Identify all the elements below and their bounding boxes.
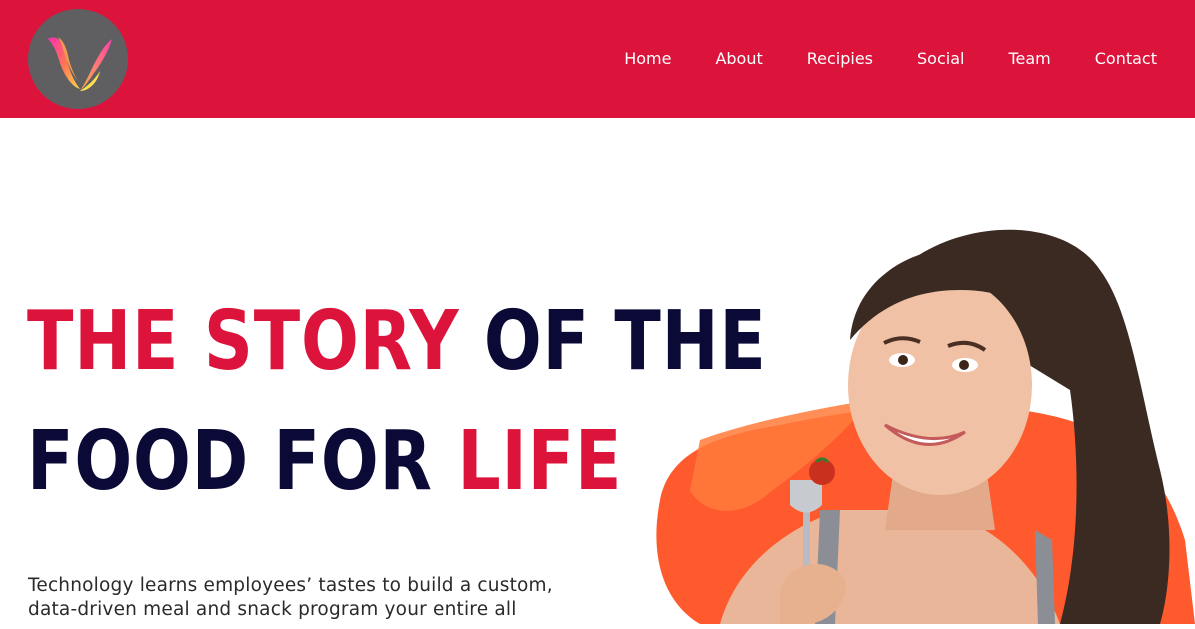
title-word-story: STORY xyxy=(203,294,484,389)
v-flame-logo-icon[interactable] xyxy=(28,9,128,109)
tomato-icon xyxy=(809,459,835,485)
fork-head xyxy=(790,480,822,513)
hero-image xyxy=(640,210,1195,624)
title-word-the: THE xyxy=(27,294,204,389)
nav-social[interactable]: Social xyxy=(917,48,964,70)
tank-top-strap-right xyxy=(1035,530,1055,624)
title-word-food-for: FOOD FOR xyxy=(27,414,458,509)
nav-home[interactable]: Home xyxy=(624,48,671,70)
nav-contact[interactable]: Contact xyxy=(1095,48,1157,70)
logo-graphic xyxy=(48,37,112,91)
title-word-life: LIFE xyxy=(457,414,623,509)
nav-recipies[interactable]: Recipies xyxy=(807,48,873,70)
site-header: Home About Recipies Social Team Contact xyxy=(0,0,1195,118)
hero-title-line2: FOOD FOR LIFE xyxy=(27,414,622,509)
woman-eating-tomato-illustration xyxy=(656,229,1195,624)
nav-team[interactable]: Team xyxy=(1008,48,1050,70)
main-nav: Home About Recipies Social Team Contact xyxy=(580,48,1157,70)
hero-paragraph: Technology learns employees’ tastes to b… xyxy=(28,575,553,620)
nav-about[interactable]: About xyxy=(715,48,762,70)
